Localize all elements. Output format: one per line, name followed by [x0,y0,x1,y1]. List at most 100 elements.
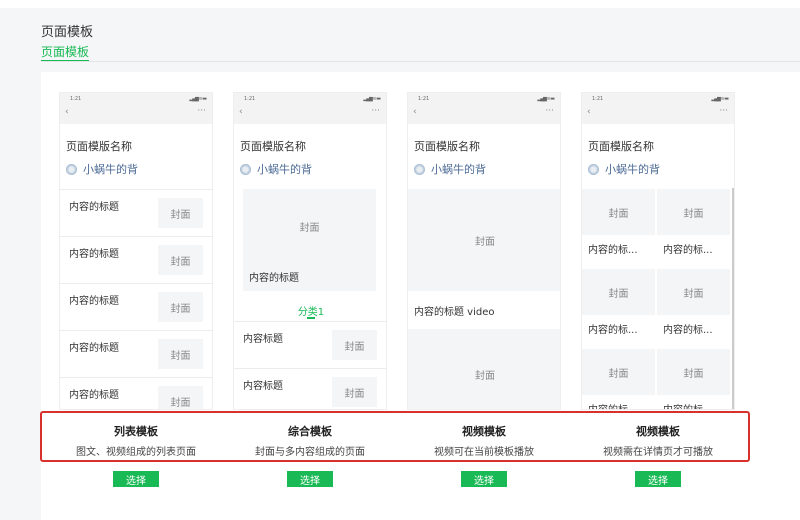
grid-item-title: 内容的标... [588,245,638,256]
grid-cover: 封面 [657,189,730,235]
template-desc: 封面与多内容组成的页面 [255,447,365,458]
item-title: 内容标题 [243,334,283,345]
template-description: 综合模板封面与多内容组成的页面 [223,423,397,458]
signal-icons: ▂▄▆ ≋ ▬ [537,96,555,102]
author-name: 小蜗牛的背 [83,163,138,176]
phone-nav-bar: ‹ ··· [408,105,560,124]
more-icon: ··· [545,106,554,116]
hero-title: 内容的标题 [249,273,299,284]
phone-preview-list: 1:21 ▂▄▆ ≋ ▬ ‹ ··· 页面模版名称 小蜗牛的背 内容的标题 封面 内容的标题 封面… [59,92,213,410]
cover-placeholder: 封面 [158,198,203,228]
phone-preview-grid: 1:21 ▂▄▆ ≋ ▬ ‹ ··· 页面模版名称 小蜗牛的背 封面 内容的标... 封面 内容的… [581,92,735,410]
video-cover: 封面 [408,329,560,409]
template-desc: 视频需在详情页才可播放 [603,447,713,458]
item-title: 内容的标题 [69,296,119,307]
template-description: 视频模板视频可在当前模板播放 [397,423,571,458]
phone-nav-bar: ‹ ··· [60,105,212,124]
more-icon: ··· [719,106,728,116]
hero-cover-label: 封面 [299,223,320,234]
status-time: 1:21 [592,96,604,102]
status-bar: 1:21 ▂▄▆ ≋ ▬ [582,93,734,105]
status-time: 1:21 [70,96,82,102]
cover-placeholder: 封面 [158,292,203,322]
grid-cover: 封面 [657,269,730,315]
list-item: 内容标题 封面 [234,368,386,409]
grid-item-title: 内容的标... [663,245,713,256]
phone-page-name: 页面模版名称 [240,140,306,153]
cover-placeholder: 封面 [332,377,377,407]
back-icon: ‹ [587,107,591,117]
signal-icons: ▂▄▆ ≋ ▬ [363,96,381,102]
phone-page-name: 页面模版名称 [588,140,654,153]
phone-page-name: 页面模版名称 [414,140,480,153]
status-time: 1:21 [244,96,256,102]
phone-nav-bar: ‹ ··· [582,105,734,124]
template-name: 列表模板 [114,425,158,438]
template-description: 列表模板图文、视频组成的列表页面 [49,423,223,458]
grid-cover: 封面 [657,349,730,395]
video-cover: 封面 [408,189,560,291]
cover-placeholder: 封面 [158,386,203,409]
avatar [588,163,599,175]
template-desc: 视频可在当前模板播放 [434,447,534,458]
more-icon: ··· [197,106,206,116]
template-description: 视频模板视频需在详情页才可播放 [571,423,745,458]
back-icon: ‹ [413,107,417,117]
top-bar [0,0,800,8]
status-bar: 1:21 ▂▄▆ ≋ ▬ [408,93,560,105]
select-button[interactable]: 选择 [635,471,681,487]
grid-item-title: 内容的标... [588,401,638,409]
author-name: 小蜗牛的背 [257,163,312,176]
list-item: 内容的标题 封面 [60,189,212,236]
grid-item-title: 内容的标... [663,325,713,336]
template-name: 视频模板 [462,425,506,438]
item-title: 内容的标题 [69,343,119,354]
divider [41,61,800,62]
tab-underline [307,317,315,319]
cover-placeholder: 封面 [158,339,203,369]
signal-icons: ▂▄▆ ≋ ▬ [711,96,729,102]
author: 小蜗牛的背 [588,161,660,177]
avatar [240,163,251,175]
author-name: 小蜗牛的背 [605,163,660,176]
avatar [414,163,425,175]
item-title: 内容的标题 [69,202,119,213]
select-button[interactable]: 选择 [287,471,333,487]
video-title: 内容的标题 video [414,307,495,318]
back-icon: ‹ [239,107,243,117]
template-name: 视频模板 [636,425,680,438]
list-item: 内容的标题 封面 [60,236,212,283]
item-title: 内容的标题 [69,390,119,401]
scrollbar[interactable] [732,188,734,409]
grid-cover: 封面 [582,349,655,395]
avatar [66,163,77,175]
cover-placeholder: 封面 [158,245,203,275]
phone-preview-mixed: 1:21 ▂▄▆ ≋ ▬ ‹ ··· 页面模版名称 小蜗牛的背 封面 内容的标题 分类1 内容标题… [233,92,387,410]
list-item: 内容的标题 封面 [60,330,212,377]
author: 小蜗牛的背 [66,161,138,177]
phone-page-name: 页面模版名称 [66,140,132,153]
list-item: 内容的标题 封面 [60,377,212,409]
item-title: 内容的标题 [69,249,119,260]
select-button[interactable]: 选择 [113,471,159,487]
more-icon: ··· [371,106,380,116]
status-bar: 1:21 ▂▄▆ ≋ ▬ [234,93,386,105]
breadcrumb-tab[interactable]: 页面模板 [41,45,90,61]
status-bar: 1:21 ▂▄▆ ≋ ▬ [60,93,212,105]
grid-item-title: 内容的标... [588,325,638,336]
grid-cover: 封面 [582,269,655,315]
back-icon: ‹ [65,107,69,117]
status-time: 1:21 [418,96,430,102]
author: 小蜗牛的背 [414,161,486,177]
author-name: 小蜗牛的背 [431,163,486,176]
page-title: 页面模板 [41,25,94,40]
signal-icons: ▂▄▆ ≋ ▬ [189,96,207,102]
template-desc: 图文、视频组成的列表页面 [76,447,196,458]
grid-cover: 封面 [582,189,655,235]
tab-category-1[interactable]: 分类1 [234,303,386,318]
template-name: 综合模板 [288,425,332,438]
phone-preview-video: 1:21 ▂▄▆ ≋ ▬ ‹ ··· 页面模版名称 小蜗牛的背 封面 内容的标题 video 封… [407,92,561,410]
select-button[interactable]: 选择 [461,471,507,487]
author: 小蜗牛的背 [240,161,312,177]
phone-nav-bar: ‹ ··· [234,105,386,124]
